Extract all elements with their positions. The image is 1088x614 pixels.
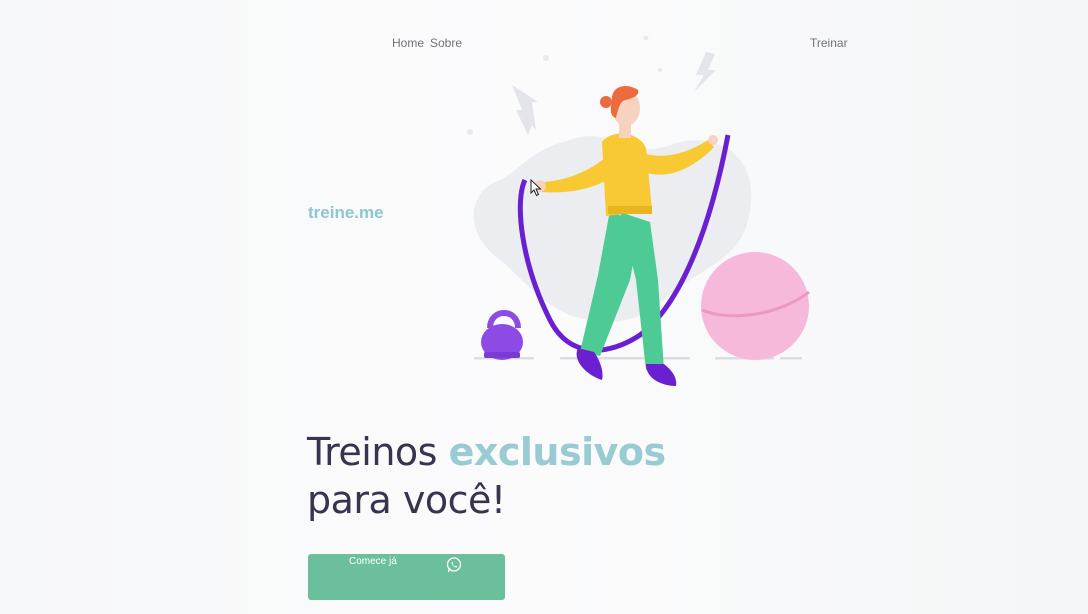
nav-sobre-link[interactable]: Sobre — [430, 36, 462, 50]
whatsapp-icon — [446, 557, 462, 573]
mouse-cursor-icon — [530, 179, 542, 197]
workout-illustration — [467, 35, 810, 386]
page: Home Sobre Treinar treine.me Treinos exc… — [0, 0, 1088, 614]
hero-title-part1: Treinos — [307, 430, 449, 474]
cta-label: Comece já — [349, 556, 397, 567]
nav-home-link[interactable]: Home — [392, 36, 424, 50]
hero-title-accent: exclusivos — [448, 430, 667, 474]
hero-title-part2: para você! — [307, 478, 506, 522]
hero-title: Treinos exclusivos para você! — [307, 428, 666, 524]
comece-ja-button[interactable]: Comece já — [308, 554, 505, 600]
brand-logo[interactable]: treine.me — [308, 203, 384, 223]
